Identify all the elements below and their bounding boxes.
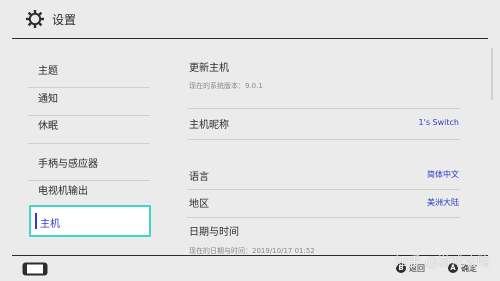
sidebar-item-sleep[interactable]: 休眠 — [38, 121, 58, 133]
row-label: 日期与时间 — [189, 227, 239, 238]
scrollbar[interactable] — [491, 48, 493, 100]
language-value: 简体中文 — [427, 170, 459, 179]
sidebar-item-amiibo[interactable]: amiibo — [38, 39, 72, 41]
watermark: 知乎 @游戏攻略 — [394, 255, 490, 270]
sidebar: amiibo 主题 通知 休眠 手柄与感应器 电视机输出 主机 — [0, 39, 160, 255]
sidebar-divider — [28, 143, 150, 144]
sidebar-item-notifications[interactable]: 通知 — [38, 94, 58, 106]
system-version-text: 现在的系统版本：9.0.1 — [189, 82, 263, 90]
page-title: 设置 — [52, 13, 77, 27]
sidebar-item-theme[interactable]: 主题 — [38, 66, 58, 78]
sidebar-divider — [28, 180, 150, 181]
row-divider — [187, 108, 460, 109]
current-datetime-text: 现在的日期与时间：2019/10/17 01:52 — [189, 247, 315, 255]
row-label: 主机昵称 — [189, 120, 229, 131]
sidebar-item-tv-output[interactable]: 电视机输出 — [38, 186, 88, 198]
controller-icon — [22, 262, 48, 276]
sidebar-item-controllers[interactable]: 手柄与感应器 — [38, 159, 98, 171]
row-label: 语言 — [189, 172, 209, 183]
header-bar: 设置 — [0, 0, 500, 38]
row-divider — [187, 139, 460, 140]
sidebar-divider — [28, 87, 150, 88]
sidebar-divider — [28, 115, 150, 116]
row-label: 地区 — [189, 199, 209, 210]
row-divider — [187, 217, 460, 218]
sidebar-item-system[interactable]: 主机 — [29, 205, 151, 237]
selection-indicator — [35, 213, 37, 229]
sidebar-item-label: 主机 — [40, 219, 60, 230]
row-divider — [187, 189, 460, 190]
row-label: 更新主机 — [189, 63, 229, 74]
region-value: 美洲大陆 — [427, 198, 459, 207]
content-panel: 更新主机 现在的系统版本：9.0.1 主机昵称 1's Switch 语言 简体… — [160, 39, 500, 255]
nickname-value: 1's Switch — [418, 118, 459, 127]
gear-icon — [26, 10, 44, 28]
